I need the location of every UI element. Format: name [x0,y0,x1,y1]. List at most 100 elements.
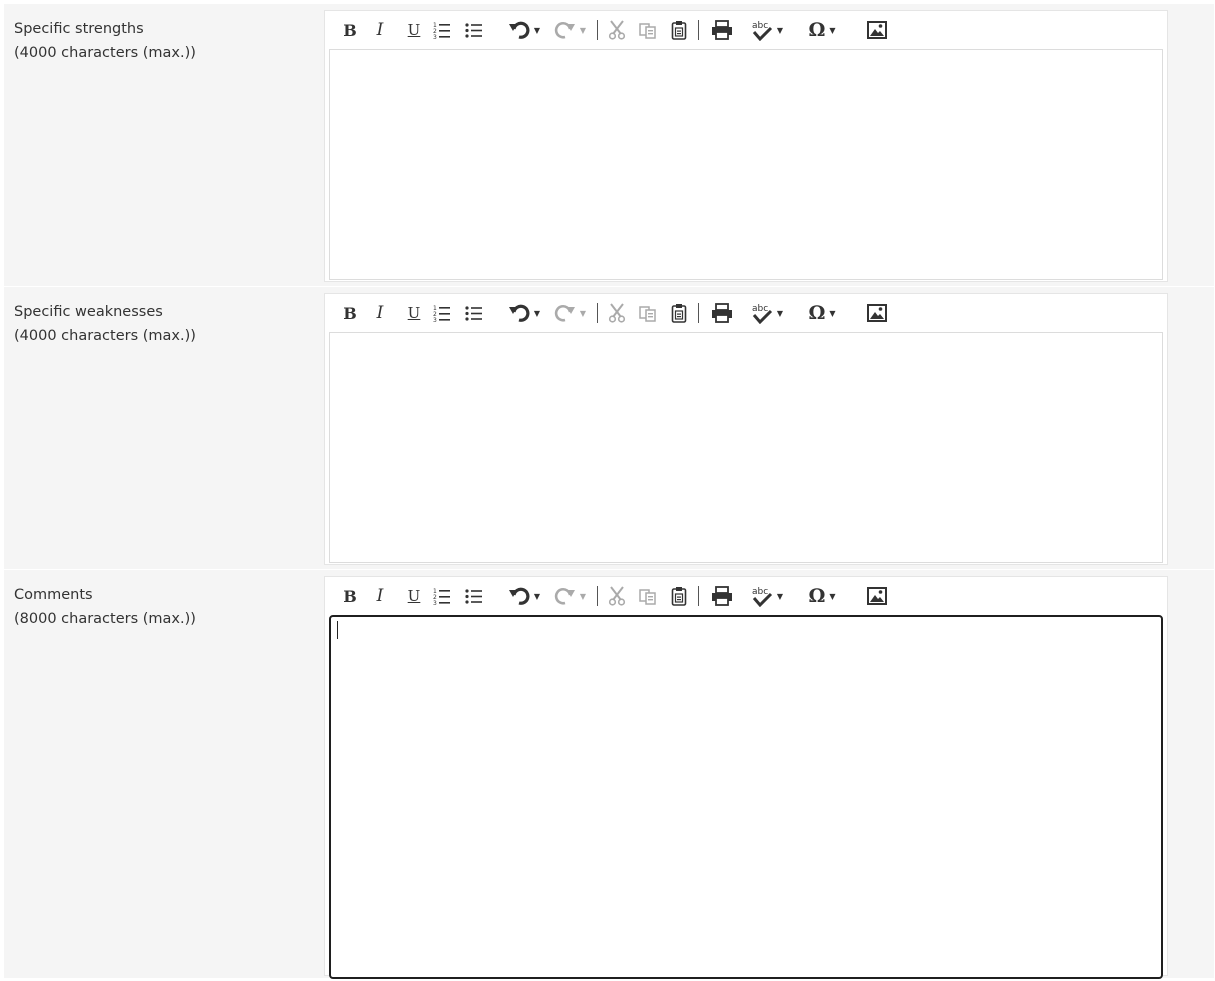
undo-icon [508,21,530,39]
cut-icon [608,586,626,606]
bold-icon: B [343,303,357,323]
print-button[interactable] [709,11,735,49]
italic-button[interactable]: I [369,11,391,49]
chevron-down-icon: ▼ [776,25,784,35]
redo-icon [554,305,575,322]
omega-icon: Ω [808,585,826,607]
undo-button[interactable]: ▼ [503,294,545,332]
undo-button[interactable]: ▼ [503,11,545,49]
bulleted-list-icon [465,23,482,38]
svg-text:abc: abc [752,21,768,31]
field-row-weaknesses: Specific weaknesses (4000 characters (ma… [4,287,1214,570]
paste-button[interactable] [668,294,690,332]
toolbar-divider [698,20,699,40]
paste-button[interactable] [668,11,690,49]
insert-image-button[interactable] [865,294,889,332]
paste-button[interactable] [668,577,690,615]
bold-icon: B [343,586,357,606]
redo-button[interactable]: ▼ [549,294,591,332]
field-label-hint: (4000 characters (max.)) [14,328,196,344]
print-icon [712,20,732,40]
svg-text:abc: abc [752,587,768,597]
rich-text-editor: B I U 1 2 3 ▼ ▼ abc ▼ Ω ▼ [324,293,1168,565]
underline-icon: U [407,587,421,605]
bulleted-list-button[interactable] [463,294,485,332]
chevron-down-icon: ▼ [533,308,541,318]
bulleted-list-button[interactable] [463,577,485,615]
review-form: Specific strengths (4000 characters (max… [4,4,1214,979]
undo-button[interactable]: ▼ [503,577,545,615]
underline-button[interactable]: U [403,577,425,615]
numbered-list-icon: 1 2 3 [433,588,450,605]
special-character-button[interactable]: Ω ▼ [802,294,842,332]
copy-button[interactable] [637,294,659,332]
insert-image-button[interactable] [865,577,889,615]
print-button[interactable] [709,294,735,332]
copy-button[interactable] [637,11,659,49]
weaknesses-edit-area[interactable] [329,332,1163,563]
italic-icon: I [376,303,384,323]
copy-icon [639,589,656,605]
special-character-button[interactable]: Ω ▼ [802,11,842,49]
special-character-button[interactable]: Ω ▼ [802,577,842,615]
insert-image-button[interactable] [865,11,889,49]
svg-text:3: 3 [433,600,437,605]
paste-icon [671,21,687,40]
spellcheck-button[interactable]: abc ▼ [747,577,787,615]
editor-toolbar: B I U 1 2 3 ▼ ▼ abc ▼ Ω ▼ [325,577,1167,615]
bold-icon: B [343,20,357,40]
field-label-hint: (8000 characters (max.)) [14,611,196,627]
spellcheck-button[interactable]: abc ▼ [747,294,787,332]
redo-button[interactable]: ▼ [549,11,591,49]
copy-button[interactable] [637,577,659,615]
numbered-list-button[interactable]: 1 2 3 [431,577,453,615]
underline-button[interactable]: U [403,294,425,332]
image-icon [867,21,887,39]
italic-icon: I [376,20,384,40]
toolbar-divider [698,303,699,323]
svg-text:3: 3 [433,317,437,322]
redo-icon [554,588,575,605]
redo-button[interactable]: ▼ [549,577,591,615]
undo-icon [508,304,530,322]
italic-button[interactable]: I [369,577,391,615]
strengths-edit-area[interactable] [329,49,1163,280]
bulleted-list-button[interactable] [463,11,485,49]
cut-button[interactable] [606,11,628,49]
chevron-down-icon: ▼ [533,591,541,601]
bold-button[interactable]: B [339,11,361,49]
chevron-down-icon: ▼ [579,591,587,601]
cut-button[interactable] [606,294,628,332]
image-icon [867,304,887,322]
svg-text:3: 3 [433,34,437,39]
chevron-down-icon: ▼ [533,25,541,35]
print-icon [712,586,732,606]
numbered-list-icon: 1 2 3 [433,22,450,39]
chevron-down-icon: ▼ [579,25,587,35]
field-row-strengths: Specific strengths (4000 characters (max… [4,4,1214,287]
field-label-title: Specific strengths [14,21,144,37]
field-row-comments: Comments (8000 characters (max.)) B I U … [4,570,1214,979]
spellcheck-icon: abc [752,587,772,607]
underline-button[interactable]: U [403,11,425,49]
spellcheck-icon: abc [752,304,772,324]
field-label: Comments (8000 characters (max.)) [14,583,196,631]
italic-icon: I [376,586,384,606]
comments-edit-area[interactable] [329,615,1163,979]
toolbar-divider [597,586,598,606]
italic-button[interactable]: I [369,294,391,332]
numbered-list-button[interactable]: 1 2 3 [431,11,453,49]
text-caret [337,621,338,639]
omega-icon: Ω [808,302,826,324]
bold-button[interactable]: B [339,294,361,332]
print-button[interactable] [709,577,735,615]
bold-button[interactable]: B [339,577,361,615]
chevron-down-icon: ▼ [829,591,836,601]
paste-icon [671,587,687,606]
spellcheck-button[interactable]: abc ▼ [747,11,787,49]
cut-icon [608,20,626,40]
numbered-list-button[interactable]: 1 2 3 [431,294,453,332]
chevron-down-icon: ▼ [776,308,784,318]
cut-button[interactable] [606,577,628,615]
toolbar-divider [597,20,598,40]
